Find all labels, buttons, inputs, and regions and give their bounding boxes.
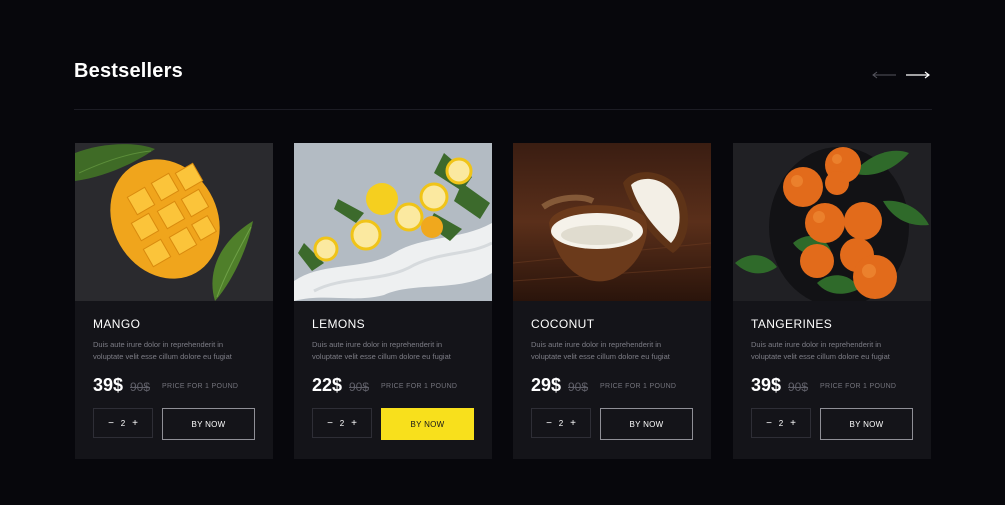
product-price: 29$: [531, 375, 562, 395]
arrow-left-icon: [872, 71, 896, 79]
product-name: MANGO: [93, 317, 141, 331]
description-line: voluptate velit esse cillum dolore eu fu…: [751, 352, 890, 361]
product-image-coconut: [513, 143, 711, 301]
product-name: COCONUT: [531, 317, 595, 331]
product-image-lemons: [294, 143, 492, 301]
product-description: Duis aute irure dolor in reprehenderit i…: [312, 339, 482, 363]
product-name: TANGERINES: [751, 317, 833, 331]
price-unit: PRICE FOR 1 POUND: [820, 383, 897, 390]
arrow-right-icon: [906, 71, 930, 79]
product-price: 39$: [93, 375, 124, 395]
buy-now-button[interactable]: BY NOW: [820, 408, 913, 440]
product-card-lemons: LEMONS Duis aute irure dolor in reprehen…: [294, 143, 492, 459]
product-image-tangerines: [733, 143, 931, 301]
product-card-tangerines: TANGERINES Duis aute irure dolor in repr…: [733, 143, 931, 459]
quantity-stepper: − 2 +: [93, 408, 153, 438]
description-line: Duis aute irure dolor in reprehenderit i…: [531, 340, 662, 349]
product-price: 22$: [312, 375, 343, 395]
description-line: Duis aute irure dolor in reprehenderit i…: [312, 340, 443, 349]
quantity-stepper: − 2 +: [751, 408, 811, 438]
product-description: Duis aute irure dolor in reprehenderit i…: [93, 339, 263, 363]
buy-now-button[interactable]: BY NOW: [162, 408, 255, 440]
description-line: Duis aute irure dolor in reprehenderit i…: [93, 340, 224, 349]
buy-now-button[interactable]: BY NOW: [381, 408, 474, 440]
description-line: Duis aute irure dolor in reprehenderit i…: [751, 340, 882, 349]
bestsellers-section: Bestsellers MANGO Duis aute irure dolor …: [0, 0, 1005, 505]
section-divider: [74, 109, 932, 110]
product-description: Duis aute irure dolor in reprehenderit i…: [751, 339, 921, 363]
minus-icon[interactable]: −: [543, 418, 555, 429]
product-price: 39$: [751, 375, 782, 395]
price-unit: PRICE FOR 1 POUND: [600, 383, 677, 390]
section-title: Bestsellers: [74, 60, 183, 82]
minus-icon[interactable]: −: [763, 418, 775, 429]
price-unit: PRICE FOR 1 POUND: [381, 383, 458, 390]
plus-icon[interactable]: +: [129, 418, 141, 429]
product-old-price: 90$: [130, 380, 151, 394]
quantity-value: 2: [120, 418, 126, 428]
quantity-stepper: − 2 +: [531, 408, 591, 438]
minus-icon[interactable]: −: [105, 418, 117, 429]
product-old-price: 90$: [349, 380, 370, 394]
next-button[interactable]: [904, 67, 932, 83]
minus-icon[interactable]: −: [324, 418, 336, 429]
description-line: voluptate velit esse cillum dolore eu fu…: [312, 352, 451, 361]
description-line: voluptate velit esse cillum dolore eu fu…: [531, 352, 670, 361]
product-image-mango: [75, 143, 273, 301]
quantity-value: 2: [558, 418, 564, 428]
plus-icon[interactable]: +: [348, 418, 360, 429]
prev-button[interactable]: [870, 67, 898, 83]
quantity-value: 2: [778, 418, 784, 428]
plus-icon[interactable]: +: [567, 418, 579, 429]
plus-icon[interactable]: +: [787, 418, 799, 429]
buy-now-button[interactable]: BY NOW: [600, 408, 693, 440]
product-old-price: 90$: [788, 380, 809, 394]
product-card-coconut: COCONUT Duis aute irure dolor in reprehe…: [513, 143, 711, 459]
quantity-stepper: − 2 +: [312, 408, 372, 438]
description-line: voluptate velit esse cillum dolore eu fu…: [93, 352, 232, 361]
product-card-mango: MANGO Duis aute irure dolor in reprehend…: [75, 143, 273, 459]
price-unit: PRICE FOR 1 POUND: [162, 383, 239, 390]
carousel-arrows: [870, 67, 932, 83]
product-name: LEMONS: [312, 317, 366, 331]
product-old-price: 90$: [568, 380, 589, 394]
quantity-value: 2: [339, 418, 345, 428]
product-description: Duis aute irure dolor in reprehenderit i…: [531, 339, 701, 363]
